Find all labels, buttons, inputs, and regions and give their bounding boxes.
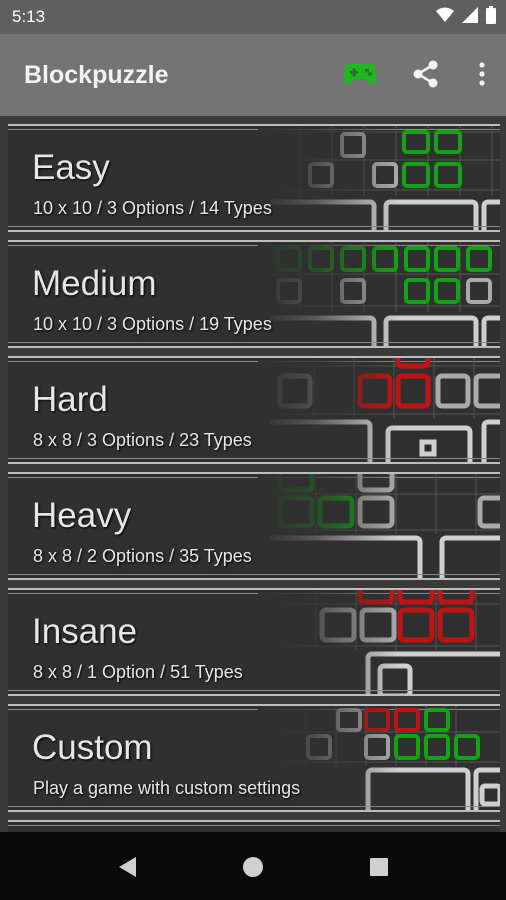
mode-title: Hard [32, 380, 108, 419]
signal-icon [462, 7, 478, 28]
home-icon [243, 857, 263, 877]
mode-card-easy[interactable]: Easy 10 x 10 / 3 Options / 14 Types [8, 124, 500, 232]
app-actions [340, 54, 492, 94]
mode-subtitle: 8 x 8 / 2 Options / 35 Types [33, 546, 252, 566]
status-bar: 5:13 [0, 0, 506, 34]
navigation-bar [0, 832, 506, 900]
app-bar: Blockpuzzle [0, 34, 506, 116]
share-icon [413, 60, 438, 88]
mode-title: Custom [32, 728, 153, 767]
card-fade [258, 590, 398, 694]
status-icons [436, 6, 496, 29]
mode-card-custom[interactable]: Custom Play a game with custom settings [8, 704, 500, 812]
card-fade [258, 126, 398, 230]
recents-button[interactable] [364, 852, 394, 882]
overflow-menu-button[interactable] [472, 54, 492, 94]
back-button[interactable] [112, 852, 142, 882]
mode-card-insane[interactable]: Insane 8 x 8 / 1 Option / 51 Types [8, 588, 500, 696]
mode-title: Easy [32, 148, 110, 187]
status-time: 5:13 [12, 7, 46, 26]
app-title: Blockpuzzle [24, 61, 169, 89]
share-button[interactable] [406, 54, 446, 94]
overflow-menu-icon [479, 62, 485, 86]
recents-icon [370, 858, 388, 876]
home-button[interactable] [238, 852, 268, 882]
mode-subtitle: 8 x 8 / 3 Options / 23 Types [33, 430, 252, 450]
mode-title: Insane [32, 612, 138, 651]
mode-subtitle: Play a game with custom settings [33, 778, 301, 798]
mode-card-medium[interactable]: Medium 10 x 10 / 3 Options / 19 Types [8, 240, 500, 348]
mode-title: Heavy [32, 496, 132, 535]
mode-card-next[interactable] [8, 820, 500, 832]
mode-subtitle: 8 x 8 / 1 Option / 51 Types [33, 662, 243, 682]
gamepad-button[interactable] [340, 54, 380, 94]
wifi-icon [436, 7, 454, 28]
mode-card-hard[interactable]: Hard 8 x 8 / 3 Options / 23 Types [8, 356, 500, 464]
gamepad-icon [344, 64, 376, 85]
mode-subtitle: 10 x 10 / 3 Options / 19 Types [33, 314, 272, 334]
card-fade [258, 358, 398, 462]
mode-list: Easy 10 x 10 / 3 Options / 14 Types Medi… [0, 116, 506, 832]
mode-subtitle: 10 x 10 / 3 Options / 14 Types [33, 198, 272, 218]
battery-icon [486, 6, 496, 29]
mode-card-heavy[interactable]: Heavy 8 x 8 / 2 Options / 35 Types [8, 472, 500, 580]
card-fade [258, 474, 398, 578]
card-fade [258, 242, 398, 346]
back-icon [119, 857, 136, 877]
mode-title: Medium [32, 264, 157, 303]
